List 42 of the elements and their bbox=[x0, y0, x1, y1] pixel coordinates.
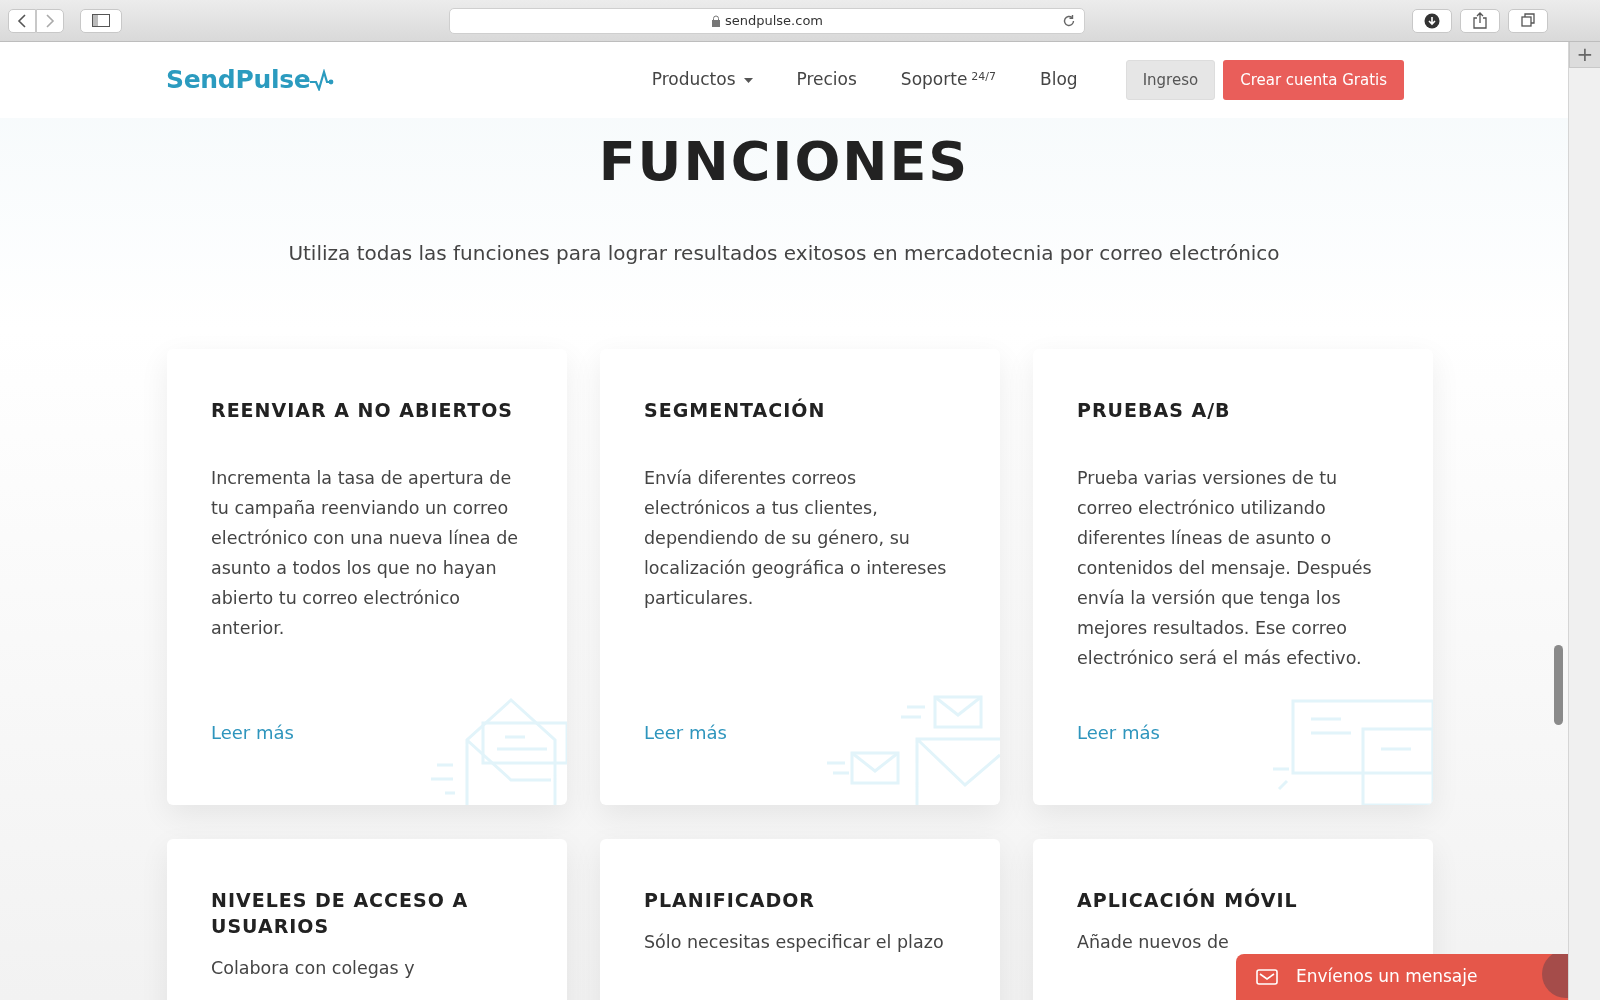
reload-icon[interactable] bbox=[1062, 13, 1076, 28]
chat-widget-button[interactable]: Envíenos un mensaje bbox=[1236, 954, 1568, 1000]
card-title: PLANIFICADOR bbox=[644, 888, 816, 913]
card-description: Prueba varias versiones de tu correo electrónico utilizando diferentes líneas de asunto o contenidos del mensaje. Después envía la versión que tenga los mejores resultados. Ese correo electrónico será el más efectivo. bbox=[1077, 467, 1373, 670]
lock-icon bbox=[710, 14, 721, 27]
nav-dropdown[interactable]: Productos bbox=[651, 67, 753, 93]
nav-link[interactable]: Precios bbox=[796, 67, 857, 93]
sidebar-icon bbox=[92, 14, 110, 27]
login-button[interactable]: Ingreso bbox=[1125, 59, 1216, 101]
new-tab-button[interactable]: + bbox=[1569, 42, 1600, 68]
read-more-link[interactable]: Leer más bbox=[211, 719, 294, 746]
card-title: REENVIAR A NO ABIERTOS bbox=[211, 398, 514, 423]
tabs-icon bbox=[1520, 13, 1536, 28]
read-more-link[interactable]: Leer más bbox=[644, 719, 727, 746]
card-description-line: Añade nuevos de bbox=[1077, 931, 1230, 954]
share-icon bbox=[1473, 12, 1487, 29]
card-title: NIVELES DE ACCESO A USUARIOS bbox=[211, 888, 470, 939]
card-description: Envía diferentes correos electrónicos a tus clientes, dependiendo de su género, su localización geográfica o intereses particulares. bbox=[644, 467, 948, 610]
nav-link[interactable]: Soporte $^{24/7}$ bbox=[900, 67, 997, 93]
pulse-icon bbox=[310, 69, 335, 91]
back-button[interactable] bbox=[8, 8, 36, 33]
address-bar[interactable]: sendpulse.com bbox=[449, 7, 1085, 34]
nav-link[interactable]: Blog bbox=[1040, 67, 1078, 93]
caret-icon bbox=[743, 77, 753, 83]
card-title: PRUEBAS A/B bbox=[1077, 398, 1232, 423]
card-title: SEGMENTACIÓN bbox=[644, 397, 827, 423]
download-icon bbox=[1424, 12, 1440, 29]
tabs-button[interactable] bbox=[1508, 8, 1548, 33]
scrollbar-thumb[interactable] bbox=[1554, 645, 1563, 725]
envelope-icon bbox=[1256, 969, 1278, 985]
sendpulse-logo[interactable]: SendPulse bbox=[166, 61, 335, 99]
card-title: APLICACIÓN MÓVIL bbox=[1077, 887, 1299, 913]
section-subtitle: Utiliza todas las funciones para lograr resultados exitosos en mercadotecnia por correo electrónico bbox=[287, 240, 1281, 267]
sidebar-button[interactable] bbox=[80, 8, 122, 33]
section-title: FUNCIONES bbox=[597, 130, 971, 194]
card-description: Incrementa la tasa de apertura de tu campaña reenviando un correo electrónico con una nueva línea de asunto a todos los que no hayan abierto tu correo electrónico anterior. bbox=[211, 467, 520, 640]
card-description-line: Sólo necesitas especificar el plazo bbox=[644, 931, 945, 954]
card-description-line: Colabora con colegas y bbox=[211, 957, 416, 980]
signup-button[interactable]: Crear cuenta Gratis bbox=[1223, 59, 1404, 101]
read-more-link[interactable]: Leer más bbox=[1077, 719, 1160, 746]
share-button[interactable] bbox=[1460, 8, 1500, 33]
downloads-button[interactable] bbox=[1412, 8, 1452, 33]
